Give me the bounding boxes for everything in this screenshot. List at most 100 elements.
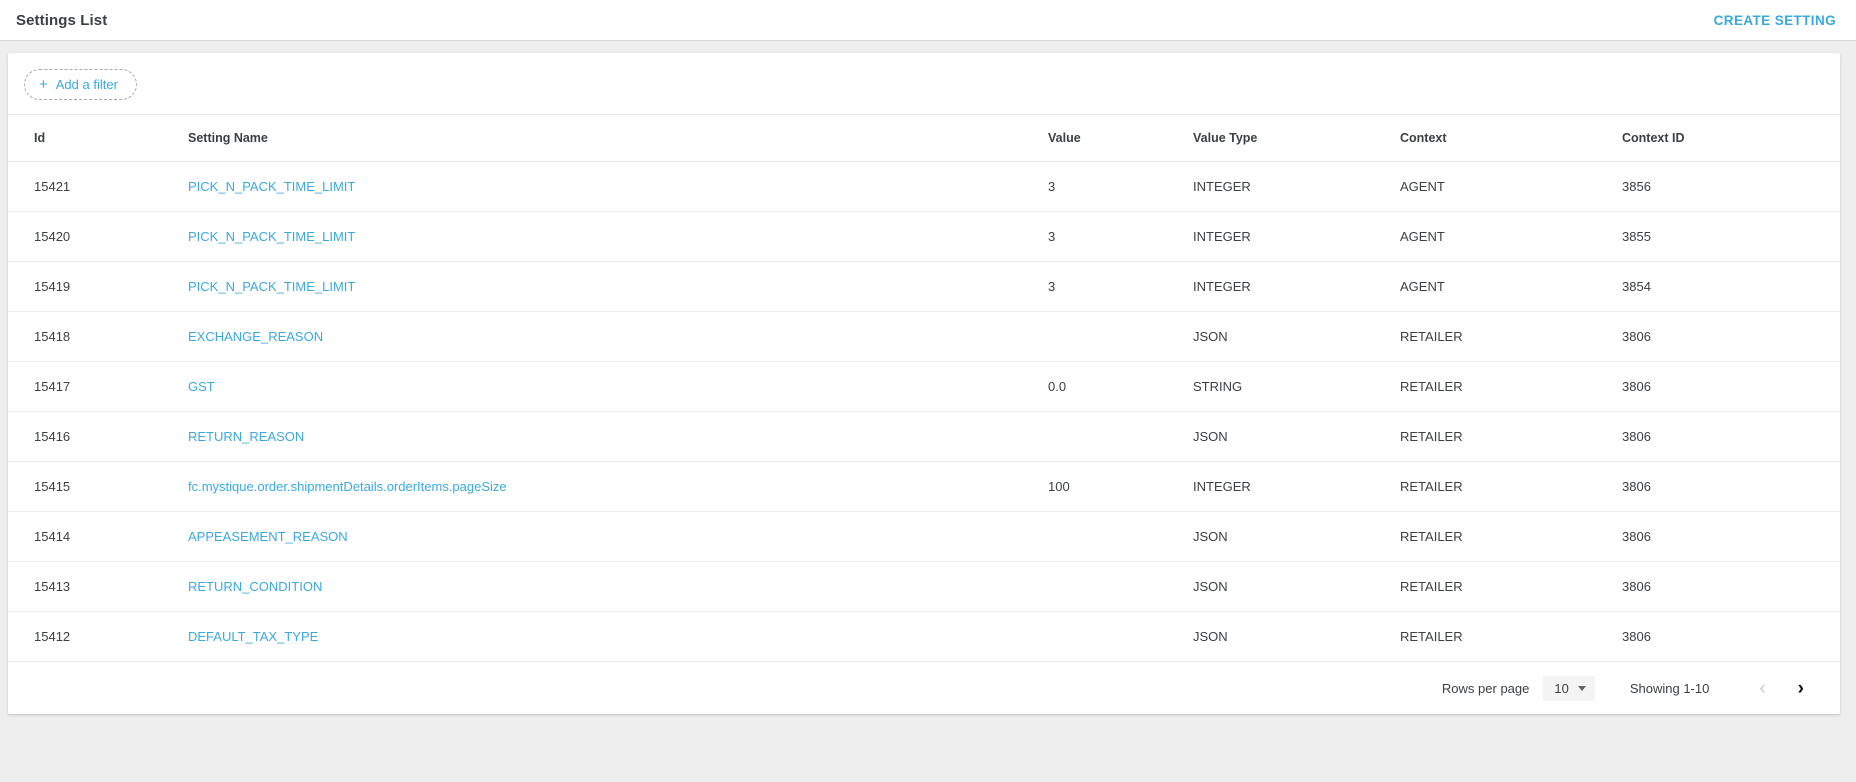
setting-name-link[interactable]: APPEASEMENT_REASON: [188, 529, 348, 544]
cell-context-id: 3854: [1622, 262, 1840, 312]
cell-value-type: INTEGER: [1193, 162, 1400, 212]
settings-table: Id Setting Name Value Value Type Context…: [8, 115, 1840, 662]
table-row[interactable]: 15416RETURN_REASON JSONRETAILER3806: [8, 412, 1840, 462]
cell-value: 3: [1048, 162, 1193, 212]
column-header-value-type[interactable]: Value Type: [1193, 115, 1400, 162]
table-row[interactable]: 15420PICK_N_PACK_TIME_LIMIT3INTEGERAGENT…: [8, 212, 1840, 262]
cell-value-type: JSON: [1193, 512, 1400, 562]
cell-context-id: 3806: [1622, 462, 1840, 512]
plus-icon: +: [39, 77, 48, 92]
setting-name-link[interactable]: PICK_N_PACK_TIME_LIMIT: [188, 279, 355, 294]
cell-id: 15417: [8, 362, 188, 412]
cell-setting-name[interactable]: PICK_N_PACK_TIME_LIMIT: [188, 162, 1048, 212]
cell-setting-name[interactable]: PICK_N_PACK_TIME_LIMIT: [188, 212, 1048, 262]
cell-value: 3: [1048, 212, 1193, 262]
table-row[interactable]: 15419PICK_N_PACK_TIME_LIMIT3INTEGERAGENT…: [8, 262, 1840, 312]
cell-setting-name[interactable]: RETURN_CONDITION: [188, 562, 1048, 612]
cell-value-type: JSON: [1193, 412, 1400, 462]
cell-value: [1048, 512, 1193, 562]
create-setting-button[interactable]: CREATE SETTING: [1712, 9, 1838, 32]
chevron-down-icon: [1578, 686, 1586, 691]
previous-page-button[interactable]: ‹: [1749, 675, 1775, 702]
cell-value-type: JSON: [1193, 562, 1400, 612]
setting-name-link[interactable]: EXCHANGE_REASON: [188, 329, 323, 344]
cell-setting-name[interactable]: fc.mystique.order.shipmentDetails.orderI…: [188, 462, 1048, 512]
cell-value: [1048, 612, 1193, 662]
cell-context-id: 3856: [1622, 162, 1840, 212]
cell-value: 3: [1048, 262, 1193, 312]
page-title: Settings List: [16, 12, 107, 29]
cell-setting-name[interactable]: EXCHANGE_REASON: [188, 312, 1048, 362]
cell-value: 100: [1048, 462, 1193, 512]
cell-context-id: 3855: [1622, 212, 1840, 262]
setting-name-link[interactable]: GST: [188, 379, 215, 394]
table-row[interactable]: 15415fc.mystique.order.shipmentDetails.o…: [8, 462, 1840, 512]
next-page-button[interactable]: ›: [1788, 675, 1814, 702]
cell-context-id: 3806: [1622, 312, 1840, 362]
setting-name-link[interactable]: DEFAULT_TAX_TYPE: [188, 629, 318, 644]
cell-setting-name[interactable]: DEFAULT_TAX_TYPE: [188, 612, 1048, 662]
table-head: Id Setting Name Value Value Type Context…: [8, 115, 1840, 162]
add-filter-label: Add a filter: [56, 77, 118, 92]
cell-context: RETAILER: [1400, 612, 1622, 662]
cell-context: RETAILER: [1400, 562, 1622, 612]
cell-context-id: 3806: [1622, 562, 1840, 612]
page-body: + Add a filter Id Setting Name Value Val…: [0, 41, 1856, 782]
cell-value: [1048, 562, 1193, 612]
column-header-id[interactable]: Id: [8, 115, 188, 162]
cell-context: RETAILER: [1400, 462, 1622, 512]
cell-context-id: 3806: [1622, 512, 1840, 562]
setting-name-link[interactable]: PICK_N_PACK_TIME_LIMIT: [188, 179, 355, 194]
cell-setting-name[interactable]: RETURN_REASON: [188, 412, 1048, 462]
cell-context: RETAILER: [1400, 512, 1622, 562]
table-header-row: Id Setting Name Value Value Type Context…: [8, 115, 1840, 162]
setting-name-link[interactable]: PICK_N_PACK_TIME_LIMIT: [188, 229, 355, 244]
cell-id: 15413: [8, 562, 188, 612]
cell-value-type: INTEGER: [1193, 462, 1400, 512]
cell-setting-name[interactable]: GST: [188, 362, 1048, 412]
rows-per-page-value: 10: [1554, 681, 1568, 696]
add-filter-button[interactable]: + Add a filter: [24, 69, 137, 100]
cell-context-id: 3806: [1622, 612, 1840, 662]
table-row[interactable]: 15413RETURN_CONDITION JSONRETAILER3806: [8, 562, 1840, 612]
cell-id: 15416: [8, 412, 188, 462]
cell-value: 0.0: [1048, 362, 1193, 412]
cell-value-type: INTEGER: [1193, 212, 1400, 262]
setting-name-link[interactable]: RETURN_REASON: [188, 429, 304, 444]
cell-id: 15415: [8, 462, 188, 512]
cell-value-type: JSON: [1193, 612, 1400, 662]
settings-card: + Add a filter Id Setting Name Value Val…: [8, 53, 1840, 714]
cell-value: [1048, 312, 1193, 362]
table-row[interactable]: 15414APPEASEMENT_REASONJSONRETAILER3806: [8, 512, 1840, 562]
cell-value: [1048, 412, 1193, 462]
table-row[interactable]: 15421PICK_N_PACK_TIME_LIMIT 3INTEGERAGENT…: [8, 162, 1840, 212]
column-header-setting-name[interactable]: Setting Name: [188, 115, 1048, 162]
cell-id: 15418: [8, 312, 188, 362]
table-row[interactable]: 15418EXCHANGE_REASONJSONRETAILER3806: [8, 312, 1840, 362]
table-row[interactable]: 15412DEFAULT_TAX_TYPE JSONRETAILER3806: [8, 612, 1840, 662]
table-row[interactable]: 15417GST0.0STRINGRETAILER3806: [8, 362, 1840, 412]
cell-context: AGENT: [1400, 212, 1622, 262]
cell-context-id: 3806: [1622, 362, 1840, 412]
table-body: 15421PICK_N_PACK_TIME_LIMIT3INTEGERAGENT…: [8, 162, 1840, 662]
cell-context: RETAILER: [1400, 312, 1622, 362]
pagination-bar: Rows per page 10 Showing 1-10 ‹ ›: [8, 662, 1840, 714]
cell-id: 15421: [8, 162, 188, 212]
cell-context: AGENT: [1400, 162, 1622, 212]
cell-context: AGENT: [1400, 262, 1622, 312]
cell-setting-name[interactable]: PICK_N_PACK_TIME_LIMIT: [188, 262, 1048, 312]
cell-id: 15412: [8, 612, 188, 662]
cell-value-type: STRING: [1193, 362, 1400, 412]
cell-context-id: 3806: [1622, 412, 1840, 462]
cell-setting-name[interactable]: APPEASEMENT_REASON: [188, 512, 1048, 562]
rows-per-page-label: Rows per page: [1442, 681, 1529, 696]
rows-per-page-select[interactable]: 10: [1543, 676, 1594, 701]
filter-bar: + Add a filter: [8, 53, 1840, 115]
cell-value-type: INTEGER: [1193, 262, 1400, 312]
column-header-value[interactable]: Value: [1048, 115, 1193, 162]
column-header-context[interactable]: Context: [1400, 115, 1622, 162]
setting-name-link[interactable]: fc.mystique.order.shipmentDetails.orderI…: [188, 479, 507, 494]
column-header-context-id[interactable]: Context ID: [1622, 115, 1840, 162]
cell-context: RETAILER: [1400, 412, 1622, 462]
setting-name-link[interactable]: RETURN_CONDITION: [188, 579, 322, 594]
